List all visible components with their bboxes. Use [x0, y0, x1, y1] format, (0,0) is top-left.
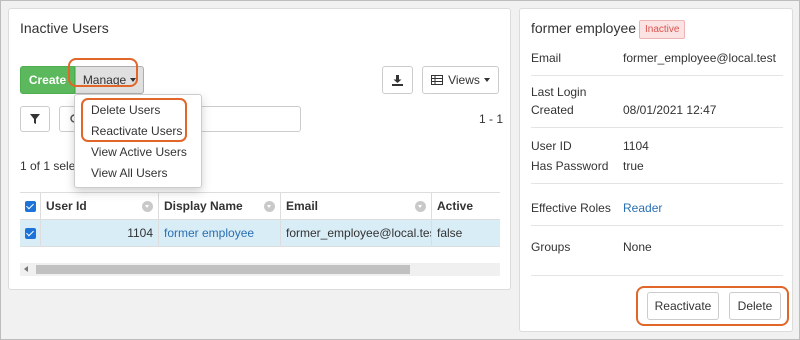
created-label: Created — [531, 103, 574, 117]
row-checkbox[interactable] — [20, 220, 41, 246]
column-header-email[interactable]: Email — [281, 193, 432, 219]
views-button-label: Views — [448, 73, 480, 87]
groups-value: None — [623, 240, 652, 254]
divider — [531, 225, 783, 226]
manage-dropdown-menu: Delete Users Reactivate Users View Activ… — [74, 94, 202, 188]
views-button[interactable]: Views — [422, 66, 499, 94]
select-all-checkbox[interactable] — [20, 193, 41, 219]
column-header-active[interactable]: Active — [432, 193, 500, 219]
user-display-name: former employee — [531, 20, 637, 36]
scroll-left-icon[interactable] — [24, 266, 28, 272]
column-header-user-id[interactable]: User Id — [41, 193, 159, 219]
menu-item-view-all-users[interactable]: View All Users — [91, 166, 167, 180]
table-row[interactable]: 1104 former employee former_employee@loc… — [20, 220, 500, 247]
reactivate-button[interactable]: Reactivate — [647, 292, 719, 320]
download-icon — [392, 74, 403, 86]
pagination-count: 1 - 1 — [479, 112, 504, 126]
checkbox-checked-icon — [24, 200, 36, 212]
divider — [531, 183, 783, 184]
sort-menu-icon[interactable] — [415, 200, 426, 212]
horizontal-scrollbar[interactable] — [20, 263, 500, 276]
sort-menu-icon[interactable] — [142, 200, 153, 212]
selection-status: 1 of 1 selec — [20, 159, 82, 173]
manage-button-label: Manage — [82, 73, 127, 87]
has-password-label: Has Password — [531, 159, 609, 173]
table-header-row: User Id Display Name Email Active — [20, 193, 500, 220]
caret-down-icon — [483, 78, 490, 82]
user-detail-panel: former employee Inactive Email former_em… — [519, 8, 793, 332]
page-title: Inactive Users — [20, 20, 109, 36]
export-button[interactable] — [382, 66, 413, 94]
menu-item-delete-users[interactable]: Delete Users — [91, 103, 160, 117]
column-header-display-name[interactable]: Display Name — [159, 193, 281, 219]
cell-display-name-link[interactable]: former employee — [159, 220, 281, 246]
email-value: former_employee@local.test — [623, 51, 776, 65]
caret-down-icon — [130, 78, 137, 82]
has-password-value: true — [623, 159, 644, 173]
divider — [531, 275, 783, 276]
menu-item-reactivate-users[interactable]: Reactivate Users — [91, 124, 182, 138]
last-login-label: Last Login — [531, 85, 587, 99]
grid-icon — [431, 75, 444, 85]
status-badge: Inactive — [639, 20, 686, 39]
groups-label: Groups — [531, 240, 571, 254]
cell-email: former_employee@local.test — [281, 220, 432, 246]
divider — [531, 127, 783, 128]
email-label: Email — [531, 51, 562, 65]
sort-menu-icon[interactable] — [264, 200, 275, 212]
filter-button[interactable] — [20, 106, 50, 132]
effective-roles-link[interactable]: Reader — [623, 201, 662, 215]
create-button[interactable]: Create — [20, 66, 75, 94]
menu-item-view-active-users[interactable]: View Active Users — [91, 145, 187, 159]
checkbox-checked-icon — [24, 227, 36, 239]
cell-user-id: 1104 — [41, 220, 159, 246]
divider — [531, 75, 783, 76]
filter-icon — [30, 114, 40, 124]
scrollbar-thumb[interactable] — [36, 265, 410, 274]
created-value: 08/01/2021 12:47 — [623, 103, 717, 117]
user-id-label: User ID — [531, 139, 572, 153]
users-table: User Id Display Name Email Active 1104 f… — [20, 192, 500, 247]
user-id-value: 1104 — [623, 139, 649, 153]
delete-button[interactable]: Delete — [729, 292, 781, 320]
manage-button[interactable]: Manage — [75, 66, 144, 94]
effective-roles-label: Effective Roles — [531, 201, 611, 215]
cell-active: false — [437, 226, 463, 240]
